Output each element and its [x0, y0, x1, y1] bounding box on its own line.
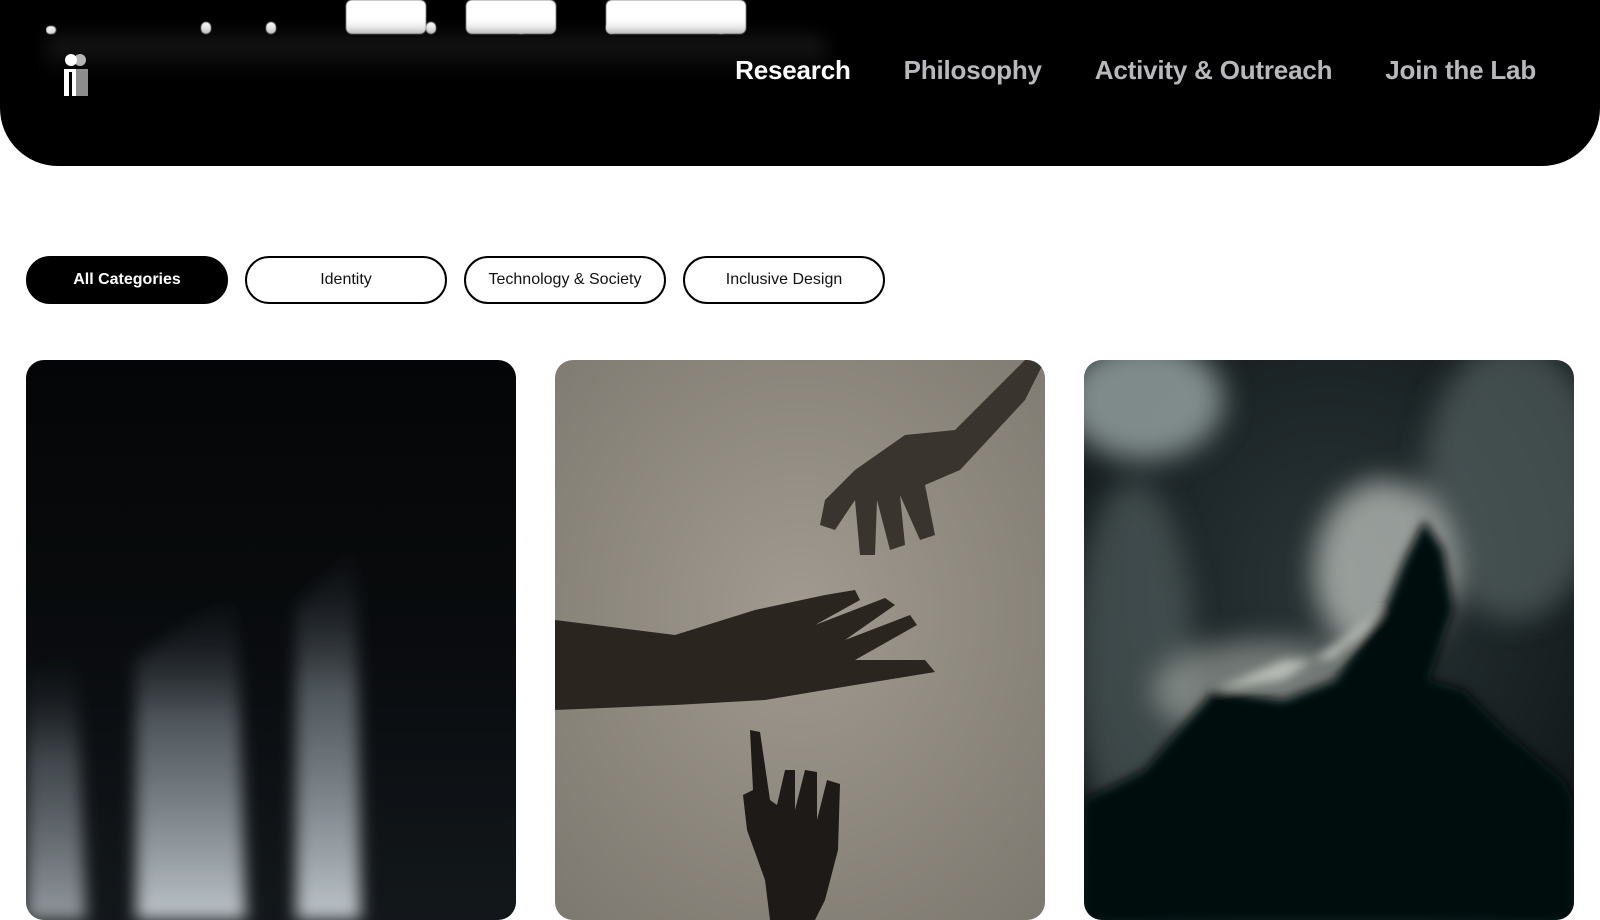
filter-all-categories[interactable]: All Categories [26, 256, 228, 304]
reaching-hands-photo [555, 360, 1045, 920]
nav-activity-outreach[interactable]: Activity & Outreach [1095, 55, 1333, 86]
filter-inclusive-design[interactable]: Inclusive Design [683, 256, 885, 304]
research-card[interactable] [1084, 360, 1574, 920]
lab-logo-icon[interactable] [60, 52, 94, 98]
research-card[interactable] [555, 360, 1045, 920]
filter-technology-society[interactable]: Technology & Society [464, 256, 666, 304]
category-filters: All Categories Identity Technology & Soc… [26, 256, 885, 304]
hero-blur-overlay [46, 36, 826, 76]
nav-philosophy[interactable]: Philosophy [904, 55, 1042, 86]
blurred-silhouette-photo [1084, 360, 1574, 920]
light-shadows-photo [26, 360, 516, 920]
site-header: Research Philosophy Activity & Outreach … [0, 0, 1600, 166]
research-card[interactable] [26, 360, 516, 920]
research-cards [0, 360, 1600, 920]
main-nav: Research Philosophy Activity & Outreach … [735, 55, 1536, 86]
filter-identity[interactable]: Identity [245, 256, 447, 304]
hero-heading-cropped [46, 0, 906, 40]
nav-research[interactable]: Research [735, 55, 851, 86]
nav-join-the-lab[interactable]: Join the Lab [1385, 55, 1536, 86]
